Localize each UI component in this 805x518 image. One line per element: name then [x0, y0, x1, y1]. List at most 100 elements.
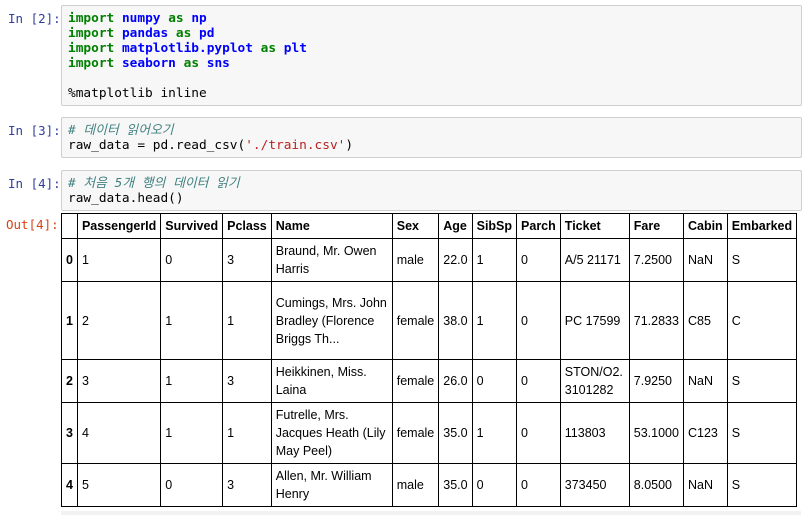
code-line: raw_data = pd.read_csv('./train.csv') [68, 138, 795, 153]
table-cell: 0 [516, 359, 561, 403]
row-index: 1 [61, 281, 78, 360]
table-header-row: PassengerId Survived Pclass Name Sex Age SibSp… [61, 213, 798, 239]
table-cell: C [726, 281, 798, 360]
input-prompt: In [3]: [8, 123, 61, 138]
table-cell: 3 [222, 463, 272, 507]
column-header: SibSp [471, 213, 518, 239]
table-cell: 1 [222, 402, 272, 464]
table-cell: Braund, Mr. Owen Harris [270, 238, 393, 282]
table-cell: STON/O2. 3101282 [559, 359, 630, 403]
table-row: 1 2 1 1 Cumings, Mrs. John Bradley (Florence… [61, 281, 798, 360]
column-header: Pclass [222, 213, 272, 239]
table-cell: 8.0500 [628, 463, 684, 507]
table-cell: 0 [160, 238, 224, 282]
table-cell: 1 [471, 281, 518, 360]
table-cell: 373450 [559, 463, 630, 507]
table-cell: 5 [76, 463, 162, 507]
code-cell-head[interactable]: # 처음 5개 행의 데이터 읽기 raw_data.head() [61, 170, 802, 211]
code-token: as [183, 56, 200, 71]
table-row: 0 1 0 3 Braund, Mr. Owen Harris male 22.0 1 0 A/5… [61, 238, 798, 282]
table-cell: S [726, 238, 798, 282]
code-token: raw_data = pd.read_csv( [68, 138, 246, 153]
table-cell: female [391, 359, 440, 403]
index-header [61, 213, 78, 239]
row-index: 2 [61, 359, 78, 403]
table-cell: 0 [516, 281, 561, 360]
table-cell: male [391, 238, 440, 282]
column-header: Cabin [682, 213, 728, 239]
input-prompt: In [4]: [8, 176, 61, 191]
table-cell: 26.0 [438, 359, 473, 403]
table-cell: NaN [682, 359, 728, 403]
table-cell: 22.0 [438, 238, 473, 282]
code-line: raw_data.head() [68, 191, 795, 206]
code-token: %matplotlib inline [68, 86, 207, 101]
column-header: PassengerId [76, 213, 162, 239]
table-cell: A/5 21171 [559, 238, 630, 282]
table-cell: 53.1000 [628, 402, 684, 464]
table-cell: 1 [471, 402, 518, 464]
row-index: 0 [61, 238, 78, 282]
table-cell: PC 17599 [559, 281, 630, 360]
code-token: seaborn [121, 56, 176, 71]
table-cell: 35.0 [438, 463, 473, 507]
table-cell: C123 [682, 402, 728, 464]
table-cell: 0 [516, 402, 561, 464]
code-token: raw_data.head() [68, 191, 184, 206]
code-line: # 데이터 읽어오기 [68, 123, 795, 138]
code-token: # 데이터 읽어오기 [68, 123, 174, 138]
table-cell: C85 [682, 281, 728, 360]
code-token: './train.csv' [245, 138, 346, 153]
code-line: import seaborn as sns [68, 56, 795, 71]
code-token: import [68, 41, 115, 56]
dataframe-output: PassengerId Survived Pclass Name Sex Age SibSp… [61, 213, 798, 507]
code-token: as [175, 26, 192, 41]
table-cell: 3 [222, 238, 272, 282]
code-token: plt [283, 41, 307, 56]
table-cell: 71.2833 [628, 281, 684, 360]
table-cell: Allen, Mr. William Henry [270, 463, 393, 507]
table-cell: female [391, 402, 440, 464]
code-cell-read-csv[interactable]: # 데이터 읽어오기 raw_data = pd.read_csv('./trai… [61, 117, 802, 158]
table-cell: 1 [160, 281, 224, 360]
table-cell: 0 [471, 359, 518, 403]
code-token: matplotlib.pyplot [121, 41, 253, 56]
table-cell: 7.2500 [628, 238, 684, 282]
row-index: 3 [61, 402, 78, 464]
code-token: np [191, 11, 207, 26]
dataframe-table: PassengerId Survived Pclass Name Sex Age SibSp… [61, 213, 798, 507]
code-line: # 처음 5개 행의 데이터 읽기 [68, 176, 795, 191]
code-token: sns [206, 56, 230, 71]
table-row: 2 3 1 3 Heikkinen, Miss. Laina female 26.0 0 0 ST… [61, 359, 798, 403]
table-cell: 1 [471, 238, 518, 282]
table-cell: 1 [160, 359, 224, 403]
code-token: as [168, 11, 184, 26]
code-token: as [260, 41, 277, 56]
table-cell: 4 [76, 402, 162, 464]
column-header: Sex [391, 213, 440, 239]
table-cell: 0 [471, 463, 518, 507]
code-token: import [68, 56, 115, 71]
table-cell: Futrelle, Mrs. Jacques Heath (Lily May P… [270, 402, 393, 464]
table-cell: female [391, 281, 440, 360]
table-cell: Cumings, Mrs. John Bradley (Florence Bri… [270, 281, 393, 360]
table-cell: 0 [160, 463, 224, 507]
table-cell: 3 [76, 359, 162, 403]
code-token: # 처음 5개 행의 데이터 읽기 [68, 176, 240, 191]
column-header: Survived [160, 213, 224, 239]
code-cell-imports[interactable]: import numpy as np import pandas as pd imp… [61, 5, 802, 106]
code-line: import matplotlib.pyplot as plt [68, 41, 795, 56]
table-cell: 1 [160, 402, 224, 464]
table-cell: 35.0 [438, 402, 473, 464]
column-header: Age [438, 213, 473, 239]
row-index: 4 [61, 463, 78, 507]
table-cell: 0 [516, 463, 561, 507]
